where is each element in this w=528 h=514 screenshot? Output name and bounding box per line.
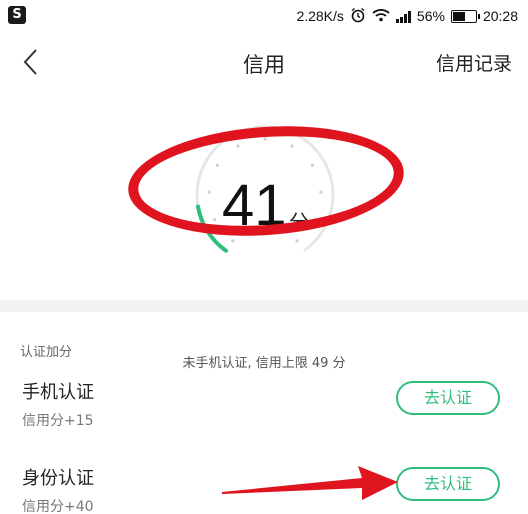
battery-icon xyxy=(450,9,480,23)
header-bar: 信用 信用记录 xyxy=(0,32,528,94)
status-bar: S 2.28K/s 56% 20:28 xyxy=(0,0,528,32)
id-cert-button[interactable]: 去认证 xyxy=(396,467,500,501)
app-notification-icon: S xyxy=(8,6,26,24)
phone-cert-button[interactable]: 去认证 xyxy=(396,381,500,415)
alarm-icon xyxy=(350,7,366,26)
list-item-phone-cert: 手机认证 信用分+15 去认证 xyxy=(0,366,528,446)
battery-percent: 56% xyxy=(416,8,445,24)
list-item-id-cert: 身份认证 信用分+40 去认证 xyxy=(0,452,528,514)
cert-title: 身份认证 xyxy=(22,468,94,489)
clock: 20:28 xyxy=(482,8,518,24)
gauge-tick xyxy=(295,239,299,243)
cert-section-label: 认证加分 xyxy=(20,345,73,360)
cert-bonus: 信用分+15 xyxy=(22,413,94,429)
credit-record-link[interactable]: 信用记录 xyxy=(436,49,512,76)
section-divider xyxy=(0,300,528,312)
cert-bonus: 信用分+40 xyxy=(22,499,94,514)
status-indicators: 2.28K/s 56% 20:28 xyxy=(296,6,518,26)
cert-title: 手机认证 xyxy=(22,382,94,403)
gauge-tick xyxy=(231,239,235,243)
network-speed: 2.28K/s xyxy=(296,8,344,24)
wifi-icon xyxy=(372,8,390,25)
signal-icon xyxy=(395,10,411,23)
